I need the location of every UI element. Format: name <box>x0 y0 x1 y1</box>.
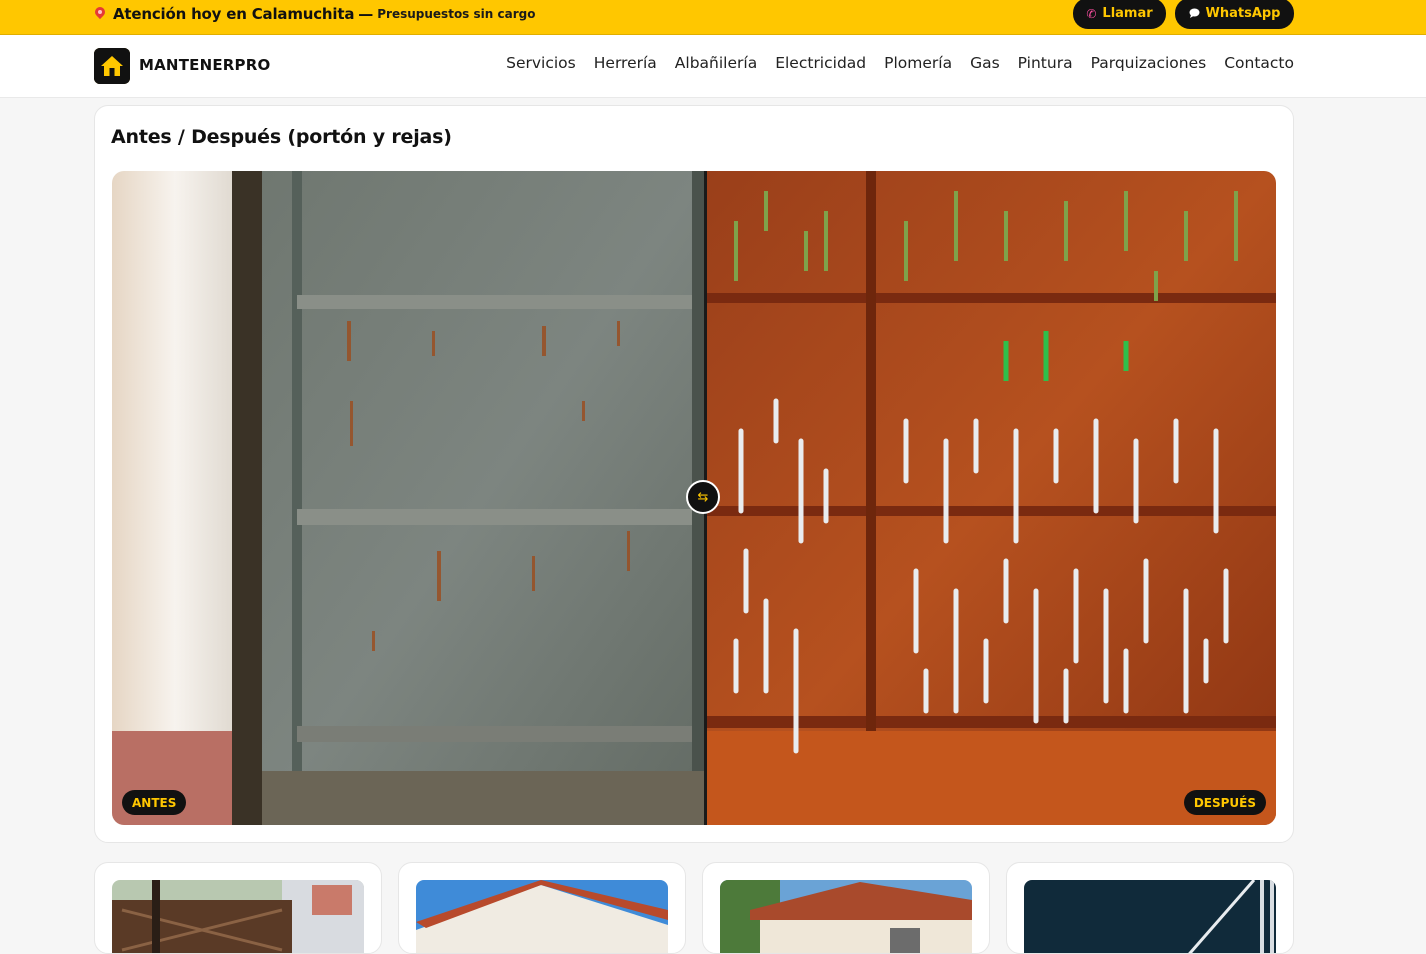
call-button[interactable]: ✆ Llamar <box>1073 0 1166 29</box>
menu-item-herreria[interactable]: Herrería <box>594 54 657 72</box>
menu-item-parquizaciones[interactable]: Parquizaciones <box>1091 54 1207 72</box>
menu-item-electricidad[interactable]: Electricidad <box>775 54 866 72</box>
brand-name[interactable]: MANTENERPRO <box>139 56 270 74</box>
house-icon <box>101 56 123 76</box>
before-label: ANTES <box>122 790 187 815</box>
menu-item-albanileria[interactable]: Albañilería <box>675 54 757 72</box>
house-roof-photo <box>416 880 668 953</box>
call-button-label: Llamar <box>1102 6 1153 21</box>
gallery-card[interactable] <box>702 862 990 954</box>
promo-separator: — <box>358 5 374 23</box>
whatsapp-button[interactable]: WhatsApp <box>1175 0 1294 29</box>
swap-arrows-icon[interactable]: ⇆ <box>686 480 720 514</box>
promo-subline: Presupuestos sin cargo <box>377 7 536 21</box>
gallery-card[interactable] <box>1006 862 1294 954</box>
promo-bar: Atención hoy en Calamuchita — Presupuest… <box>0 0 1426 35</box>
chat-bubble-icon <box>1189 7 1200 21</box>
house-facade-photo <box>720 880 972 953</box>
card-title: Antes / Después (portón y rejas) <box>111 126 452 148</box>
gallery-card[interactable] <box>94 862 382 954</box>
wooden-gate-photo <box>112 880 364 953</box>
map-pin-icon <box>95 7 105 21</box>
site-header: MANTENERPRO Servicios Herrería Albañiler… <box>0 35 1426 98</box>
main-menu: Servicios Herrería Albañilería Electrici… <box>488 54 1294 72</box>
before-after-slider[interactable]: ⇆ ANTES DESPUÉS <box>112 171 1276 825</box>
after-label: DESPUÉS <box>1183 790 1266 815</box>
promo-headline: Atención hoy en Calamuchita <box>113 5 355 23</box>
menu-item-gas[interactable]: Gas <box>970 54 1000 72</box>
promo-message: Atención hoy en Calamuchita — Presupuest… <box>95 2 535 26</box>
logo[interactable] <box>94 48 130 84</box>
menu-item-pintura[interactable]: Pintura <box>1018 54 1073 72</box>
phone-icon: ✆ <box>1086 6 1097 21</box>
menu-item-plomeria[interactable]: Plomería <box>884 54 952 72</box>
dark-railing-photo <box>1024 880 1276 953</box>
before-after-card: Antes / Después (portón y rejas) ⇆ ANTES… <box>94 105 1294 843</box>
menu-item-contacto[interactable]: Contacto <box>1224 54 1294 72</box>
whatsapp-button-label: WhatsApp <box>1205 6 1281 21</box>
after-photo <box>706 171 1276 825</box>
gallery-card[interactable] <box>398 862 686 954</box>
before-photo <box>112 171 706 825</box>
menu-item-servicios[interactable]: Servicios <box>506 54 576 72</box>
